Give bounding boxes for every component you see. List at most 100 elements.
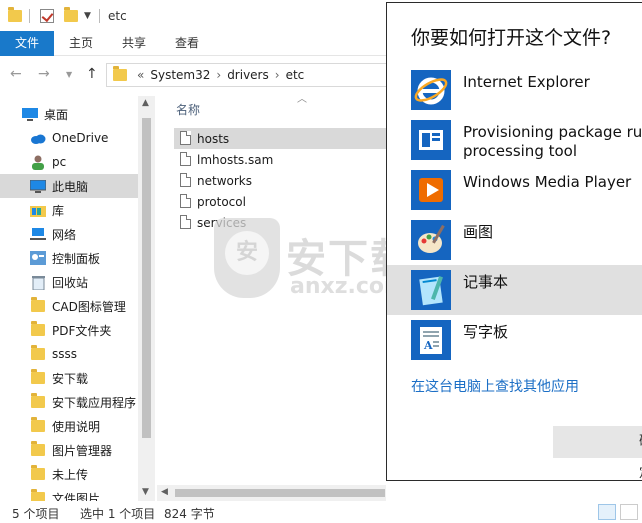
sidebar-item[interactable]: 文件图片 <box>0 486 138 501</box>
large-icons-view-icon[interactable] <box>620 504 638 520</box>
breadcrumb-system32[interactable]: System32 <box>150 68 210 82</box>
nav-scrollbar[interactable]: ▲ ▼ <box>138 96 155 501</box>
sidebar-item[interactable]: 安下载 <box>0 366 138 390</box>
breadcrumb-etc[interactable]: etc <box>286 68 305 82</box>
sidebar-item-label: CAD图标管理 <box>52 299 126 314</box>
app-name: 写字板 <box>463 323 509 341</box>
folder-icon <box>30 345 46 361</box>
sidebar-item[interactable]: 图片管理器 <box>0 438 138 462</box>
folder-icon <box>113 66 127 81</box>
sidebar-item[interactable]: ssss <box>0 342 138 366</box>
up-arrow-icon[interactable]: ↑ <box>86 66 98 82</box>
dialog-title: 你要如何打开这个文件? <box>411 27 612 49</box>
tab-file[interactable]: 文件 <box>0 31 54 56</box>
tab-home[interactable]: 主页 <box>60 31 102 56</box>
app-provisioning-tool[interactable]: Provisioning package runtime processing … <box>387 115 642 165</box>
more-apps-link[interactable]: 在这台电脑上查找其他应用 <box>411 376 579 396</box>
document-icon <box>180 152 191 166</box>
recent-locations-icon[interactable]: ▼ <box>66 70 72 79</box>
back-arrow-icon[interactable]: ← <box>10 66 22 82</box>
file-list-scrollbar[interactable]: ◀ <box>157 485 386 501</box>
details-view-icon[interactable] <box>598 504 616 520</box>
scroll-left-icon[interactable]: ◀ <box>161 487 168 497</box>
document-icon <box>180 131 191 145</box>
sidebar-item[interactable]: OneDrive <box>0 126 138 150</box>
item-count: 5 个项目 <box>12 507 60 521</box>
file-name: services <box>197 215 247 230</box>
app-name: Provisioning package runtime processing … <box>463 123 642 160</box>
app-name: Internet Explorer <box>463 73 590 91</box>
folder-icon <box>30 369 46 385</box>
sidebar-item[interactable]: 此电脑 <box>0 174 138 198</box>
app-paint[interactable]: 画图 <box>387 215 642 265</box>
scroll-up-icon[interactable]: ▲ <box>142 98 149 108</box>
sidebar-item[interactable]: 未上传 <box>0 462 138 486</box>
app-wordpad[interactable]: A 写字板 <box>387 315 642 365</box>
breadcrumb-overflow[interactable]: « <box>137 68 144 82</box>
app-notepad[interactable]: 记事本 <box>387 265 642 315</box>
file-name: protocol <box>197 194 246 209</box>
wordpad-icon: A <box>411 320 451 360</box>
selection-size: 824 字节 <box>164 507 215 521</box>
control-panel-icon <box>30 251 46 265</box>
status-bar: 5 个项目 选中 1 个项目 824 字节 <box>0 501 642 523</box>
sidebar-item[interactable]: 桌面 <box>0 102 138 126</box>
sidebar-item[interactable]: 网络 <box>0 222 138 246</box>
sidebar-item[interactable]: 安下载应用程序 <box>0 390 138 414</box>
chevron-right-icon: › <box>274 68 280 82</box>
sidebar-item-label: pc <box>52 155 67 169</box>
file-row[interactable]: hosts <box>174 128 386 149</box>
file-row[interactable]: networks <box>174 170 386 191</box>
customize-toolbar-icon[interactable]: ▼ <box>84 7 91 25</box>
app-internet-explorer[interactable]: Internet Explorer <box>387 65 642 115</box>
sidebar-item-label: 未上传 <box>52 467 89 482</box>
tab-share[interactable]: 共享 <box>113 31 155 56</box>
sidebar-item[interactable]: CAD图标管理 <box>0 294 138 318</box>
media-player-icon <box>411 170 451 210</box>
scrollbar-thumb[interactable] <box>142 118 151 438</box>
sidebar-item-label: 图片管理器 <box>52 443 113 458</box>
folder-icon <box>30 465 46 481</box>
tab-view[interactable]: 查看 <box>166 31 208 56</box>
column-header-name[interactable]: 名称 <box>176 101 200 118</box>
desktop-icon <box>22 107 38 121</box>
sidebar-item-label: 使用说明 <box>52 419 101 434</box>
chevron-right-icon: › <box>216 68 222 82</box>
file-row[interactable]: services <box>174 212 386 233</box>
app-windows-media-player[interactable]: Windows Media Player <box>387 165 642 215</box>
file-row[interactable]: protocol <box>174 191 386 212</box>
sidebar-item-label: 库 <box>52 203 65 218</box>
breadcrumb-drivers[interactable]: drivers <box>227 68 269 82</box>
file-row[interactable]: lmhosts.sam <box>174 149 386 170</box>
app-name: 记事本 <box>463 273 509 291</box>
scrollbar-thumb[interactable] <box>175 489 385 497</box>
sidebar-item[interactable]: 控制面板 <box>0 246 138 270</box>
app-name: Windows Media Player <box>463 173 632 191</box>
svg-text:A: A <box>423 339 433 352</box>
user-icon <box>30 155 46 170</box>
separator <box>29 7 30 25</box>
notepad-icon <box>411 270 451 310</box>
forward-arrow-icon[interactable]: → <box>38 66 50 82</box>
sidebar-item-label: 文件图片 <box>52 491 101 502</box>
cloud-icon <box>30 131 46 145</box>
sidebar-item[interactable]: PDF文件夹 <box>0 318 138 342</box>
new-folder-icon[interactable] <box>64 7 78 25</box>
navigation-pane: 桌面 OneDrive pc 此电脑库网络 控制面板回收站 CAD图标管理 PDF文件夹 ss… <box>0 96 155 501</box>
document-icon <box>180 194 191 208</box>
ok-button[interactable]: 确定 <box>553 426 642 480</box>
sidebar-item[interactable]: pc <box>0 150 138 174</box>
sidebar-item[interactable]: 回收站 <box>0 270 138 294</box>
address-bar[interactable]: « System32 › drivers › etc <box>106 63 396 87</box>
document-icon <box>180 173 191 187</box>
sidebar-item[interactable]: 库 <box>0 198 138 222</box>
sidebar-item-label: 回收站 <box>52 275 89 290</box>
recycle-bin-icon <box>30 275 46 290</box>
window-title: etc <box>108 9 127 23</box>
scroll-down-icon[interactable]: ▼ <box>142 487 149 497</box>
sidebar-item[interactable]: 使用说明 <box>0 414 138 438</box>
properties-icon[interactable] <box>40 7 54 25</box>
sidebar-item-label: OneDrive <box>52 131 109 145</box>
folder-icon[interactable] <box>8 7 22 25</box>
folder-icon <box>30 489 46 501</box>
